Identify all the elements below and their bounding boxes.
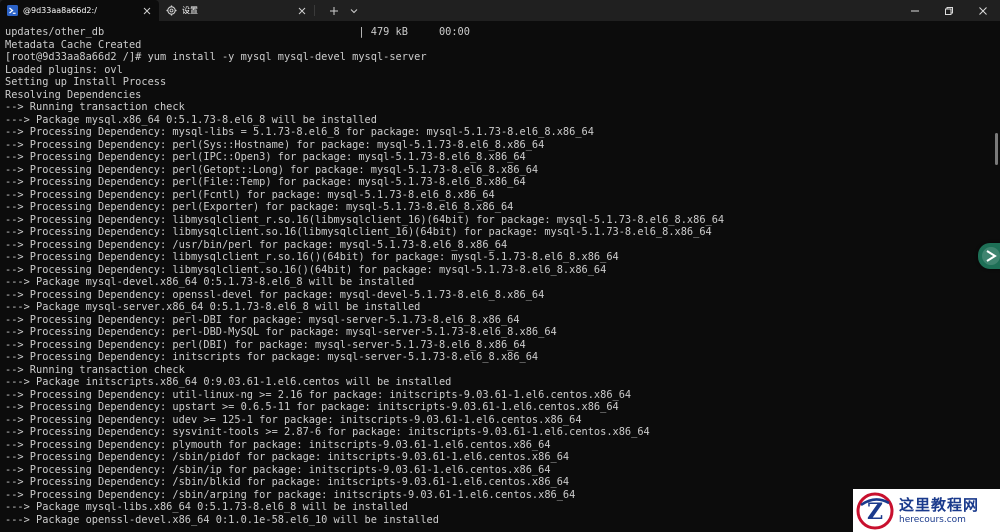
terminal-line: --> Processing Dependency: libmysqlclien… <box>5 213 725 226</box>
terminal-line: --> Processing Dependency: perl(Getopt::… <box>5 163 539 176</box>
terminal-line: ---> Package mysql-libs.x86_64 0:5.1.73-… <box>5 501 408 513</box>
svg-text:Z: Z <box>867 499 883 525</box>
terminal-line: --> Processing Dependency: /sbin/blkid f… <box>5 476 570 488</box>
watermark-url: herecours.com <box>899 514 966 525</box>
tab-separator <box>314 5 315 16</box>
site-logo-icon: Z <box>856 492 894 529</box>
terminal-line: ---> Package openssl-devel.x86_64 0:1.0.… <box>5 513 439 526</box>
close-button[interactable] <box>966 0 1000 21</box>
terminal-line: Loaded plugins: ovl <box>5 63 123 76</box>
terminal-line: --> Processing Dependency: perl(Sys::Hos… <box>5 138 545 151</box>
close-tab-icon[interactable] <box>141 5 153 17</box>
terminal-line: --> Processing Dependency: /sbin/ip for … <box>5 463 551 476</box>
terminal-line: [root@9d33aa8a66d2 /]# yum install -y my… <box>5 51 427 63</box>
new-tab-button[interactable] <box>323 0 345 21</box>
site-watermark: Z 这里教程网 herecours.com <box>853 489 1000 532</box>
terminal-line: --> Processing Dependency: sysvinit-tool… <box>5 426 650 438</box>
terminal-line: --> Processing Dependency: perl(Exporter… <box>5 201 514 213</box>
terminal-line: ---> Package mysql.x86_64 0:5.1.73-8.el6… <box>5 113 377 126</box>
terminal-line: --> Processing Dependency: util-linux-ng… <box>5 388 632 401</box>
powershell-icon <box>6 5 18 17</box>
terminal-line: --> Processing Dependency: perl-DBI for … <box>5 313 520 326</box>
terminal-line: ---> Package mysql-server.x86_64 0:5.1.7… <box>5 301 421 313</box>
terminal-line: --> Processing Dependency: /sbin/arping … <box>5 488 576 501</box>
plus-icon <box>330 6 338 15</box>
terminal-line: --> Processing Dependency: udev >= 125-1… <box>5 413 582 426</box>
terminal-line: --> Processing Dependency: initscripts f… <box>5 351 539 363</box>
restore-icon <box>945 6 953 15</box>
terminal-line: --> Processing Dependency: perl(Fcntl) f… <box>5 188 495 201</box>
terminal-line: Resolving Dependencies <box>5 88 142 101</box>
gear-icon <box>165 5 177 17</box>
floating-assistant-icon[interactable] <box>978 243 1000 269</box>
minimize-button[interactable] <box>898 0 932 21</box>
close-tab-icon[interactable] <box>296 5 308 17</box>
terminal-line: --> Running transaction check <box>5 363 185 376</box>
terminal-line: --> Processing Dependency: mysql-libs = … <box>5 126 594 138</box>
minimize-icon <box>911 10 919 11</box>
terminal-line: --> Processing Dependency: upstart >= 0.… <box>5 401 619 413</box>
terminal-line: ---> Package initscripts.x86_64 0:9.03.6… <box>5 376 452 388</box>
terminal-line: Metadata Cache Created <box>5 38 142 51</box>
terminal-line: --> Processing Dependency: libmysqlclien… <box>5 263 607 276</box>
watermark-title: 这里教程网 <box>899 495 980 514</box>
terminal-output[interactable]: updates/other_db | 479 kB 00:00 Metadata … <box>0 21 993 532</box>
terminal-line: --> Processing Dependency: /usr/bin/perl… <box>5 238 508 251</box>
tab-label: @9d33aa8a66d2:/ <box>23 6 97 15</box>
restore-button[interactable] <box>932 0 966 21</box>
tab-settings[interactable]: 设置 <box>159 0 314 21</box>
chevron-down-icon <box>350 8 358 13</box>
tab-terminal[interactable]: @9d33aa8a66d2:/ <box>0 0 159 21</box>
terminal-line: ---> Package mysql-devel.x86_64 0:5.1.73… <box>5 276 415 288</box>
terminal-line: --> Processing Dependency: perl(File::Te… <box>5 176 526 188</box>
terminal-text: updates/other_db | 479 kB 00:00 Metadata … <box>5 26 724 526</box>
terminal-line: --> Running transaction check <box>5 101 185 113</box>
window-controls <box>898 0 1000 21</box>
scrollbar-thumb[interactable] <box>995 133 998 165</box>
terminal-scrollbar[interactable] <box>993 21 1000 532</box>
title-bar: @9d33aa8a66d2:/ 设置 <box>0 0 1000 21</box>
tab-dropdown-button[interactable] <box>345 0 363 21</box>
terminal-line: Setting up Install Process <box>5 76 167 88</box>
terminal-line: --> Processing Dependency: /sbin/pidof f… <box>5 451 570 463</box>
terminal-line: --> Processing Dependency: libmysqlclien… <box>5 226 712 238</box>
terminal-line: --> Processing Dependency: plymouth for … <box>5 438 551 451</box>
terminal-line: updates/other_db | 479 kB 00:00 <box>5 26 470 38</box>
terminal-line: --> Processing Dependency: libmysqlclien… <box>5 251 619 263</box>
terminal-line: --> Processing Dependency: perl(IPC::Ope… <box>5 151 526 163</box>
tab-label: 设置 <box>182 6 198 15</box>
terminal-line: --> Processing Dependency: perl-DBD-MySQ… <box>5 326 557 338</box>
terminal-line: --> Processing Dependency: perl(DBI) for… <box>5 338 526 351</box>
terminal-line: --> Processing Dependency: openssl-devel… <box>5 288 545 301</box>
close-icon <box>979 6 987 15</box>
